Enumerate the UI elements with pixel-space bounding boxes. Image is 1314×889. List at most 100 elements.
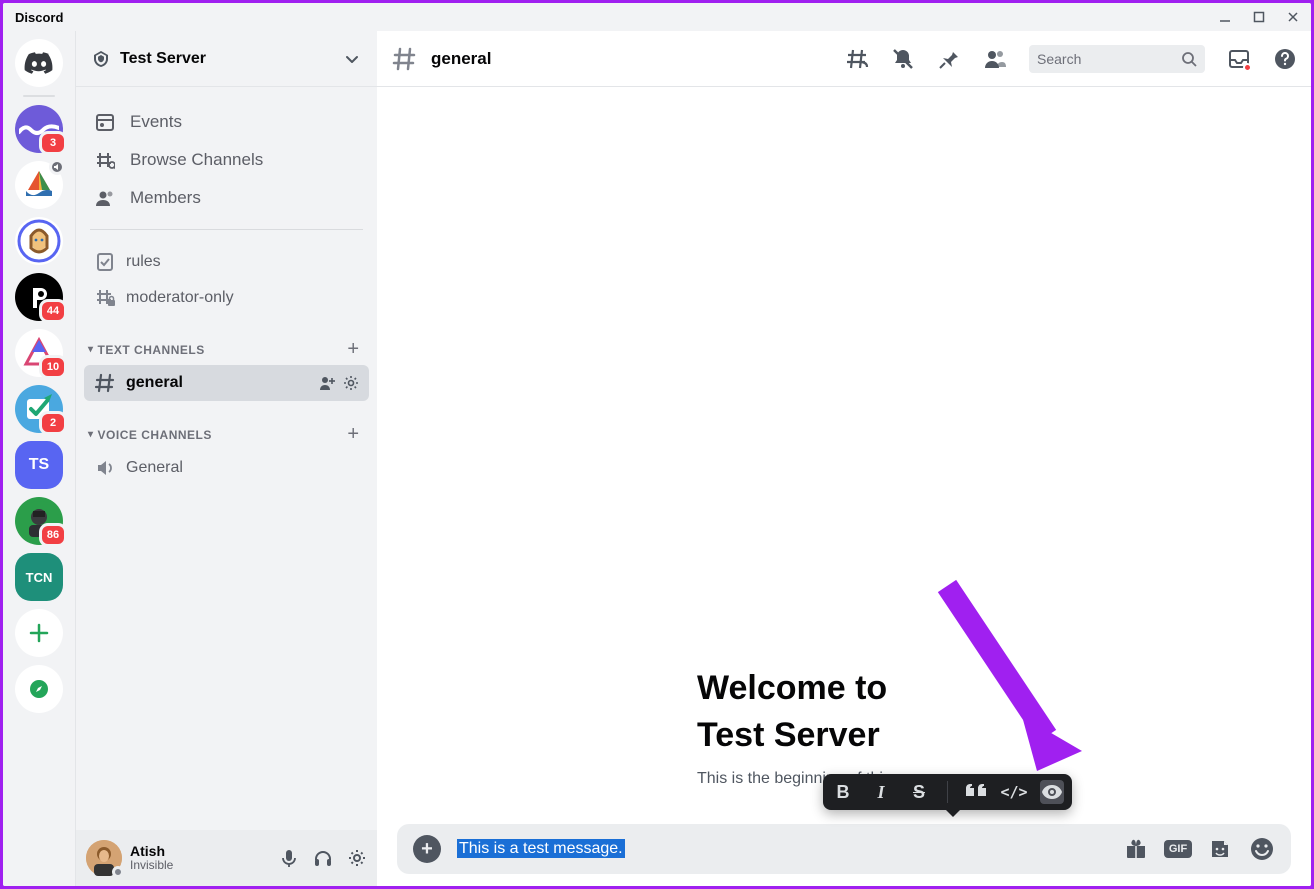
search-input[interactable]: Search xyxy=(1029,45,1205,73)
category-label: VOICE CHANNELS xyxy=(98,428,212,442)
help-icon[interactable] xyxy=(1273,47,1297,71)
events-label: Events xyxy=(130,112,182,132)
category-voice-channels[interactable]: ▾ VOICE CHANNELS + xyxy=(84,417,369,450)
server-label: TS xyxy=(29,456,49,474)
server-item-2[interactable] xyxy=(15,161,63,209)
channel-rules[interactable]: rules xyxy=(84,244,369,280)
voice-indicator-icon xyxy=(49,159,65,175)
welcome-block: Welcome to Test Server This is the begin… xyxy=(697,665,1291,788)
server-item-6[interactable]: 2 xyxy=(15,385,63,433)
discord-logo-icon xyxy=(24,52,54,74)
explore-button[interactable] xyxy=(15,665,63,713)
pinned-messages-icon[interactable] xyxy=(937,47,961,71)
window-maximize-button[interactable] xyxy=(1245,5,1273,29)
events-nav[interactable]: Events xyxy=(84,103,369,141)
add-channel-button[interactable]: + xyxy=(347,423,359,446)
threads-icon[interactable] xyxy=(845,47,869,71)
message-text: This is a test message. xyxy=(457,839,625,858)
channel-header: general Search xyxy=(377,31,1311,87)
server-item-7[interactable]: 86 xyxy=(15,497,63,545)
divider xyxy=(90,229,363,230)
welcome-title-line2: Test Server xyxy=(697,712,1291,760)
members-label: Members xyxy=(130,188,201,208)
channels-scroll[interactable]: Events Browse Channels Members rules xyxy=(76,87,377,830)
server-item-8[interactable]: TCN xyxy=(15,553,63,601)
search-icon xyxy=(1181,51,1197,67)
status-invisible-icon xyxy=(112,866,124,878)
notifications-muted-icon[interactable] xyxy=(891,47,915,71)
calendar-icon xyxy=(94,111,116,133)
channel-name: rules xyxy=(126,253,359,271)
channel-title: general xyxy=(431,49,831,69)
add-server-button[interactable] xyxy=(15,609,63,657)
members-nav[interactable]: Members xyxy=(84,179,369,217)
server-label: TCN xyxy=(26,570,53,585)
emoji-button[interactable] xyxy=(1249,836,1275,862)
window-minimize-button[interactable] xyxy=(1211,5,1239,29)
italic-button[interactable]: I xyxy=(869,780,893,804)
app-title: Discord xyxy=(15,10,63,25)
mute-icon[interactable] xyxy=(279,848,299,868)
server-badge: 2 xyxy=(39,411,67,435)
deafen-icon[interactable] xyxy=(313,848,333,868)
plus-icon xyxy=(28,622,50,644)
server-boost-icon xyxy=(92,50,110,68)
server-item-3[interactable] xyxy=(15,217,63,265)
attach-button[interactable]: + xyxy=(413,835,441,863)
username: Atish xyxy=(130,844,271,859)
gift-button[interactable] xyxy=(1123,836,1149,862)
strikethrough-button[interactable]: S xyxy=(907,780,931,804)
hash-lock-icon xyxy=(94,287,116,309)
welcome-title-line1: Welcome to xyxy=(697,665,1291,713)
chevron-down-icon xyxy=(343,50,361,68)
browse-icon xyxy=(94,149,116,171)
server-badge: 10 xyxy=(39,355,67,379)
quote-button[interactable] xyxy=(964,780,988,804)
home-button[interactable] xyxy=(15,39,63,87)
user-avatar[interactable] xyxy=(86,840,122,876)
server-item-current[interactable]: TS xyxy=(15,441,63,489)
app-window: Discord 3 xyxy=(3,3,1311,886)
server-item-1[interactable]: 3 xyxy=(15,105,63,153)
server-item-4[interactable]: 44 xyxy=(15,273,63,321)
notification-dot xyxy=(1243,63,1252,72)
spoiler-button[interactable] xyxy=(1040,780,1064,804)
code-button[interactable]: </> xyxy=(1002,780,1026,804)
channel-name: moderator-only xyxy=(126,289,359,307)
main-content: general Search xyxy=(377,31,1311,886)
bold-button[interactable]: B xyxy=(831,780,855,804)
voice-channel-general[interactable]: General xyxy=(84,450,369,486)
member-list-icon[interactable] xyxy=(983,47,1007,71)
server-badge: 3 xyxy=(39,131,67,155)
server-name: Test Server xyxy=(120,50,206,68)
window-close-button[interactable] xyxy=(1279,5,1307,29)
hash-icon xyxy=(391,46,417,72)
gif-button[interactable]: GIF xyxy=(1165,836,1191,862)
channel-general[interactable]: general xyxy=(84,365,369,401)
face-portrait-icon xyxy=(16,218,62,264)
category-text-channels[interactable]: ▾ TEXT CHANNELS + xyxy=(84,332,369,365)
chevron-down-icon: ▾ xyxy=(88,429,94,440)
format-toolbar: B I S </> xyxy=(823,774,1072,810)
server-separator xyxy=(23,95,55,97)
server-header[interactable]: Test Server xyxy=(76,31,377,87)
server-badge: 44 xyxy=(39,299,67,323)
browse-channels-nav[interactable]: Browse Channels xyxy=(84,141,369,179)
add-channel-button[interactable]: + xyxy=(347,338,359,361)
invite-icon[interactable] xyxy=(319,375,335,391)
message-input[interactable]: This is a test message. xyxy=(457,840,1107,858)
speaker-icon xyxy=(94,457,116,479)
server-item-5[interactable]: 10 xyxy=(15,329,63,377)
server-badge: 86 xyxy=(39,523,67,547)
inbox-icon[interactable] xyxy=(1227,47,1251,71)
message-composer[interactable]: + This is a test message. GIF xyxy=(397,824,1291,874)
gear-icon[interactable] xyxy=(347,848,367,868)
gear-icon[interactable] xyxy=(343,375,359,391)
titlebar: Discord xyxy=(3,3,1311,31)
chevron-down-icon: ▾ xyxy=(88,344,94,355)
user-info[interactable]: Atish Invisible xyxy=(130,844,271,873)
browse-label: Browse Channels xyxy=(130,150,263,170)
channel-moderator-only[interactable]: moderator-only xyxy=(84,280,369,316)
sticker-button[interactable] xyxy=(1207,836,1233,862)
user-status: Invisible xyxy=(130,859,271,872)
